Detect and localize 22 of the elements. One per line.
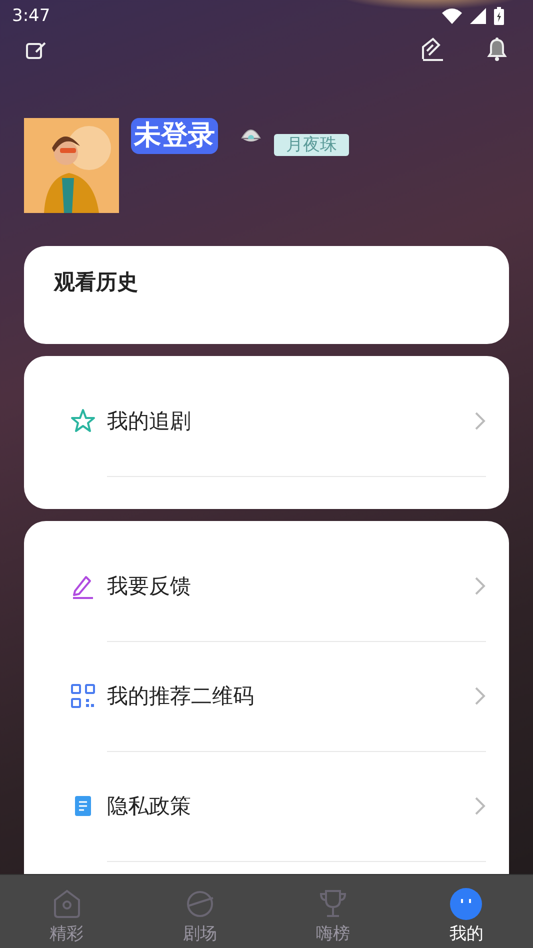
section-title: 观看历史: [54, 269, 138, 296]
chevron-icon: [474, 686, 486, 706]
menu-item[interactable]: 我要反馈: [107, 572, 474, 600]
pen-icon[interactable]: [419, 37, 445, 63]
menu-item[interactable]: 隐私政策: [107, 792, 474, 820]
chevron-icon: [474, 410, 486, 430]
wifi-icon: [441, 7, 463, 25]
status-time: 3:47: [12, 6, 50, 26]
menu-item[interactable]: 我的推荐二维码: [107, 682, 474, 710]
bell-icon[interactable]: [485, 37, 509, 63]
face-icon: [450, 888, 482, 920]
chevron-icon: [474, 796, 486, 816]
name-label: 未登录: [131, 118, 218, 154]
chevron-icon: [474, 576, 486, 596]
level-badge: 月夜珠: [274, 134, 349, 156]
pencil-icon: [70, 573, 96, 599]
tab[interactable]: 我的: [400, 875, 533, 948]
star-icon: [70, 408, 96, 434]
signal-icon: [469, 7, 487, 25]
qr-code-icon: [70, 683, 96, 709]
menu-item[interactable]: 我的追剧: [107, 406, 474, 434]
battery-icon: [493, 6, 505, 26]
